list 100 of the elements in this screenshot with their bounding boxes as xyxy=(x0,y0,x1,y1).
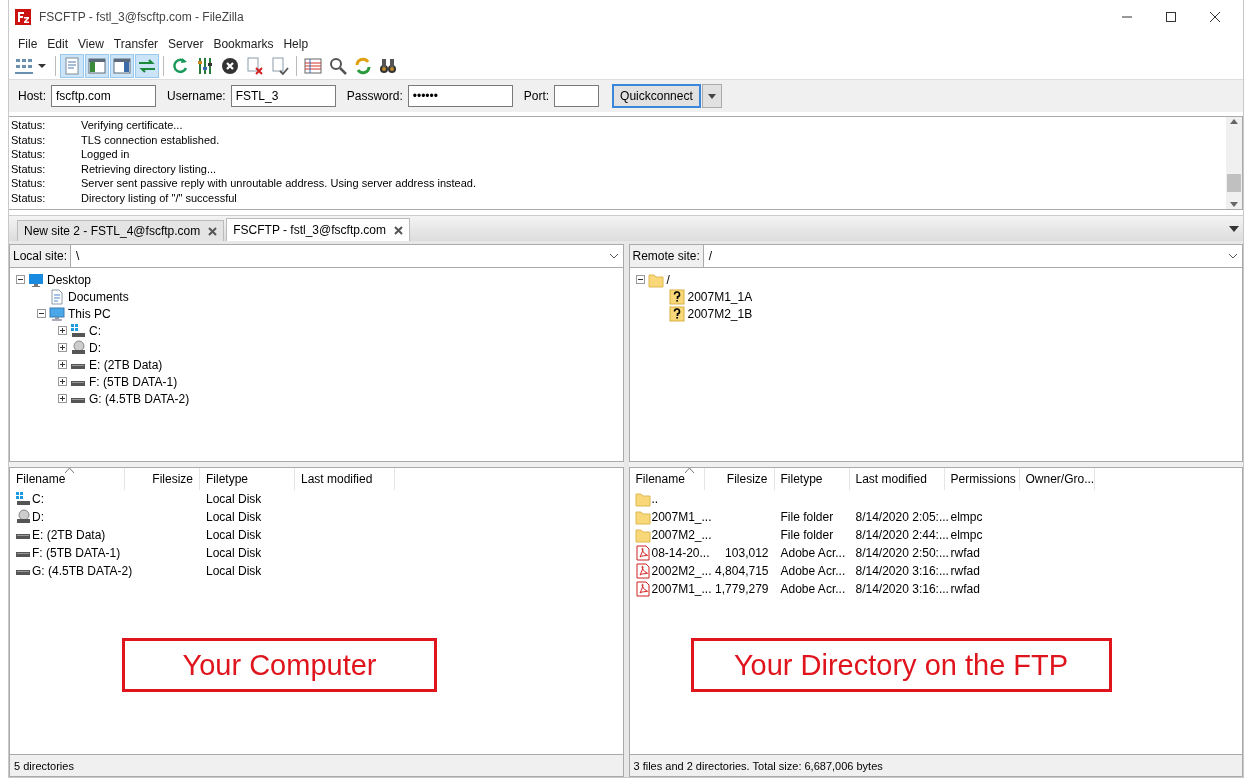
expand-toggle[interactable] xyxy=(58,326,67,335)
file-name[interactable]: 2002M2_... xyxy=(651,564,712,578)
table-cell: Local Disk xyxy=(206,492,262,506)
tree-item[interactable]: G: (4.5TB DATA-2) xyxy=(89,391,190,406)
column-header[interactable]: Filetype xyxy=(774,468,850,490)
minus-icon xyxy=(637,277,643,282)
expand-toggle[interactable] xyxy=(635,275,645,284)
log-message: Verifying certificate... xyxy=(81,118,183,133)
close-icon[interactable] xyxy=(1209,11,1221,23)
table-cell: Local Disk xyxy=(206,546,262,560)
file-name[interactable]: 2007M1_... xyxy=(651,582,712,596)
menu-item[interactable]: Edit xyxy=(42,36,74,51)
path-field[interactable]: / xyxy=(703,245,1242,267)
column-header[interactable]: Permissions xyxy=(944,468,1020,490)
column-header[interactable]: Filename xyxy=(10,468,125,490)
folder-icon xyxy=(634,509,651,525)
scrollbar[interactable] xyxy=(1226,117,1242,209)
app-logo-icon xyxy=(15,9,31,25)
log-message: Retrieving directory listing... xyxy=(81,161,217,176)
username-field[interactable]: FSTL_3 xyxy=(230,85,336,107)
dropdown-button[interactable] xyxy=(701,84,722,108)
password-field[interactable]: •••••• xyxy=(407,85,513,107)
menu-item[interactable]: File xyxy=(13,36,43,51)
table-cell: 1,779,279 xyxy=(715,582,769,596)
drive-icon xyxy=(16,552,30,557)
column-header[interactable]: Owner/Gro... xyxy=(1019,468,1095,490)
minus-icon xyxy=(18,277,23,282)
file-name[interactable]: E: (2TB Data) xyxy=(32,528,106,542)
table-cell: 8/14/2020 3:16:... xyxy=(855,564,949,578)
scrollbar-thumb[interactable] xyxy=(1227,174,1241,192)
tree-item[interactable]: D: xyxy=(89,340,101,355)
expand-toggle[interactable] xyxy=(16,275,25,284)
menu-item[interactable]: Bookmarks xyxy=(208,36,279,51)
close-icon[interactable] xyxy=(208,226,218,236)
tree-item[interactable]: This PC xyxy=(68,306,111,321)
tree-item[interactable]: Documents xyxy=(68,289,129,304)
optical-drive-icon xyxy=(15,509,31,525)
expand-toggle[interactable] xyxy=(58,360,67,369)
document-x-icon xyxy=(245,56,265,76)
site-label: Remote site: xyxy=(629,245,704,267)
caret-icon[interactable] xyxy=(1229,226,1239,232)
chevron-down-icon[interactable] xyxy=(608,253,619,259)
field-label: Username: xyxy=(167,89,226,103)
tree-item[interactable]: C: xyxy=(89,323,101,338)
file-name[interactable]: 2007M2_... xyxy=(651,528,712,542)
file-name[interactable]: G: (4.5TB DATA-2) xyxy=(32,564,133,578)
quickconnect-button[interactable]: Quickconnect xyxy=(612,84,701,108)
column-header[interactable]: Filesize xyxy=(125,468,200,490)
expand-toggle[interactable] xyxy=(58,377,67,386)
scroll-up-icon xyxy=(1230,119,1238,124)
log-message: Logged in xyxy=(81,147,130,162)
menu-item[interactable]: View xyxy=(73,36,109,51)
menu-item[interactable]: Help xyxy=(278,36,314,51)
expand-toggle[interactable] xyxy=(37,309,46,318)
toolbar-button[interactable] xyxy=(110,54,134,78)
log-label: Status: xyxy=(11,190,47,205)
tree-item[interactable]: F: (5TB DATA-1) xyxy=(89,374,178,389)
tree-item[interactable]: 2007M2_1B xyxy=(687,306,753,321)
column-header[interactable]: Last modified xyxy=(849,468,945,490)
menu-item[interactable]: Server xyxy=(163,36,209,51)
file-name[interactable]: 2007M1_... xyxy=(651,510,712,524)
tree-item[interactable]: 2007M1_1A xyxy=(687,289,753,304)
status-bar: 3 files and 2 directories. Total size: 6,687,006 bytes xyxy=(628,755,1243,777)
caret-icon xyxy=(707,93,716,99)
port-field[interactable] xyxy=(554,85,600,107)
maximize-icon[interactable] xyxy=(1165,11,1177,23)
column-header[interactable]: Last modified xyxy=(295,468,395,490)
chevron-down-icon[interactable] xyxy=(1228,253,1238,259)
toolbar-button[interactable] xyxy=(85,54,109,78)
window-panel-icon xyxy=(112,56,132,76)
tab[interactable]: New site 2 - FSTL_4@fscftp.com xyxy=(17,220,225,241)
path-field[interactable]: \ xyxy=(71,245,623,267)
pdf-file-icon xyxy=(634,563,651,579)
table-cell: elmpc xyxy=(950,510,983,524)
close-icon[interactable] xyxy=(393,225,403,235)
tree-item[interactable]: E: (2TB Data) xyxy=(89,357,163,372)
table-cell: elmpc xyxy=(950,528,983,542)
menu-item[interactable]: Transfer xyxy=(108,36,164,51)
annotation-box: Your Computer xyxy=(122,638,437,692)
file-name[interactable]: F: (5TB DATA-1) xyxy=(32,546,121,560)
column-header[interactable]: Filename xyxy=(629,468,705,490)
host-field[interactable]: fscftp.com xyxy=(51,85,156,107)
table-cell: Adobe Acr... xyxy=(780,564,846,578)
log-label: Status: xyxy=(11,176,47,191)
tree-item[interactable]: / xyxy=(666,272,670,287)
table-cell: Adobe Acr... xyxy=(780,546,846,560)
file-name[interactable]: 08-14-20... xyxy=(651,546,710,560)
document-list-icon xyxy=(62,56,82,76)
file-name[interactable]: .. xyxy=(651,492,659,506)
tab[interactable]: FSCFTP - fstl_3@fscftp.com xyxy=(226,218,410,241)
file-name[interactable]: C: xyxy=(32,492,44,506)
expand-toggle[interactable] xyxy=(58,343,67,352)
tree-item[interactable]: Desktop xyxy=(47,272,92,287)
column-header[interactable]: Filesize xyxy=(704,468,775,490)
table-cell: 103,012 xyxy=(725,546,769,560)
expand-toggle[interactable] xyxy=(58,394,67,403)
file-name[interactable]: D: xyxy=(32,510,44,524)
table-cell: Adobe Acr... xyxy=(780,582,846,596)
field-label: Port: xyxy=(523,89,550,103)
column-header[interactable]: Filetype xyxy=(200,468,295,490)
